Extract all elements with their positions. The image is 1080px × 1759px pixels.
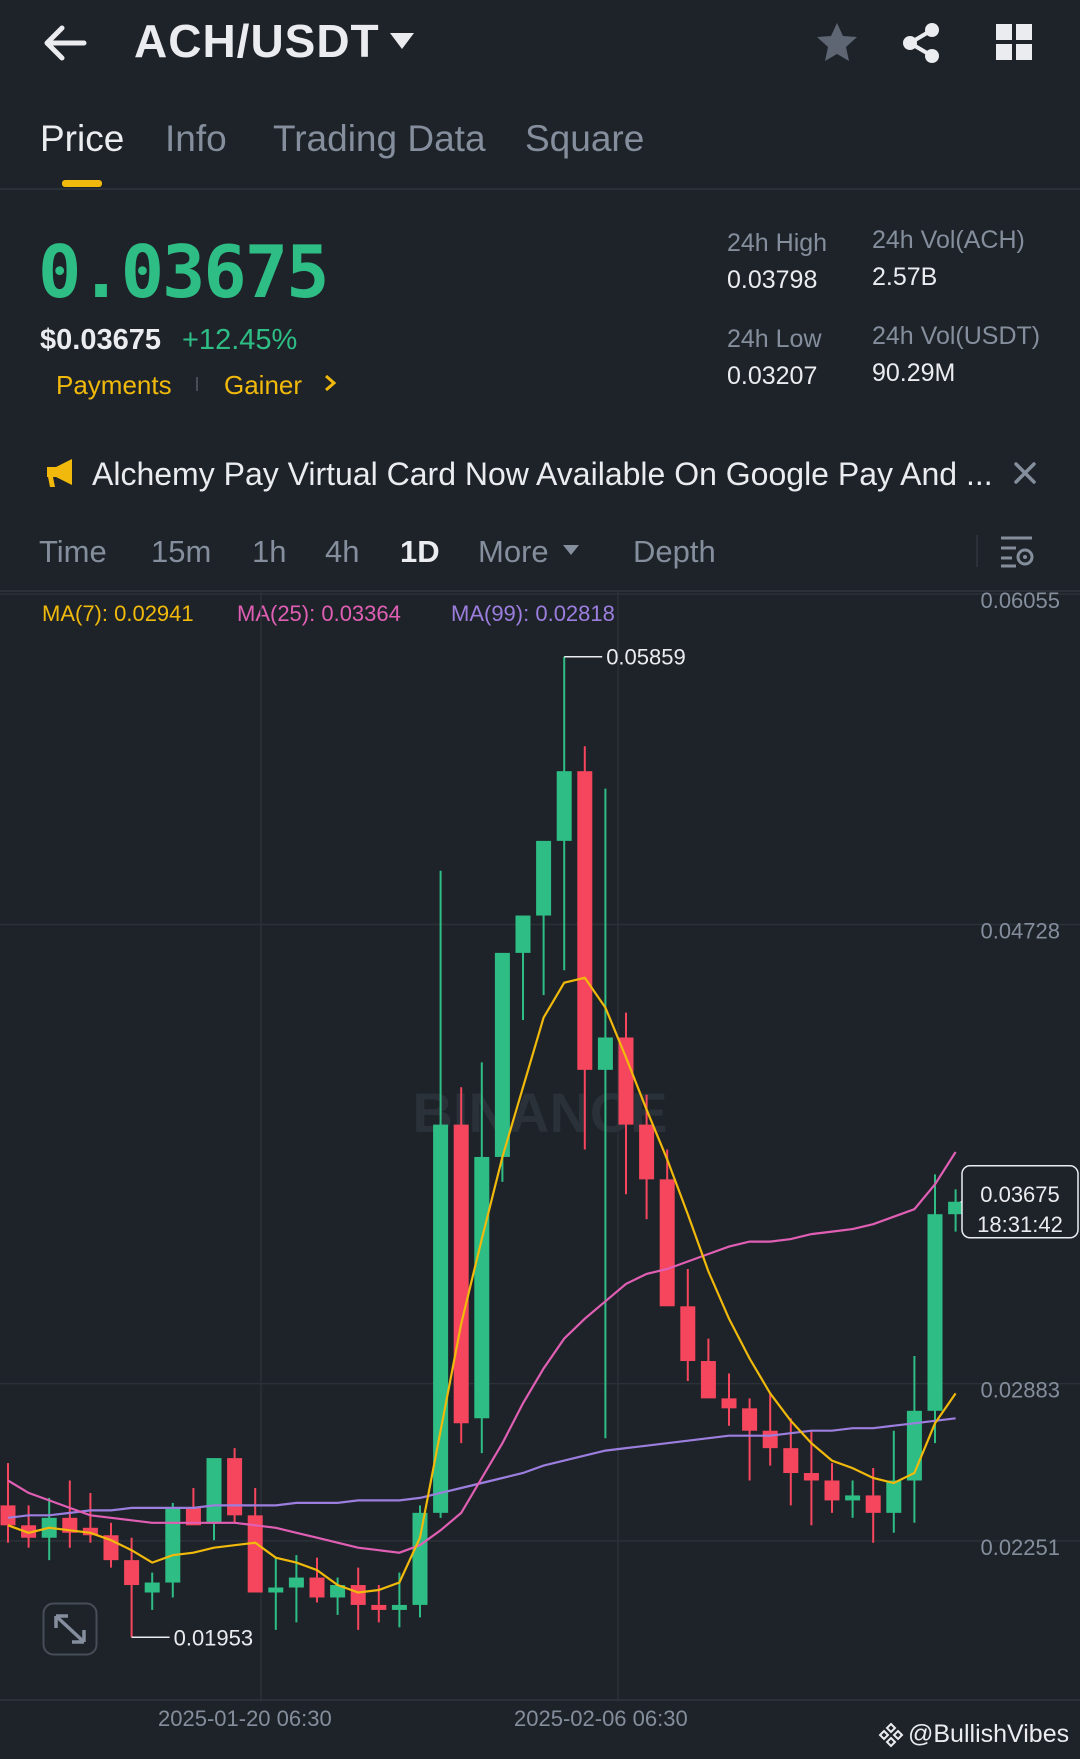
- x-tick-label: 2025-02-06 06:30: [514, 1706, 688, 1731]
- interval-more[interactable]: More: [478, 534, 549, 570]
- y-tick-label: 0.02251: [980, 1535, 1060, 1560]
- candle-body: [515, 915, 531, 953]
- candle-body: [227, 1458, 243, 1516]
- chart-settings-icon[interactable]: [998, 532, 1036, 570]
- interval-time[interactable]: Time: [39, 534, 107, 570]
- candle-body: [721, 1398, 737, 1409]
- candlestick-chart[interactable]: BINANCE 0.060550.047280.028830.02251 0.0…: [0, 592, 1080, 1702]
- stat-low-label: 24h Low: [727, 325, 822, 353]
- candle-body: [845, 1495, 861, 1501]
- candle-body: [0, 1505, 16, 1526]
- candle-body: [803, 1473, 819, 1481]
- x-tick-label: 2025-01-20 06:30: [158, 1706, 332, 1731]
- interval-depth[interactable]: Depth: [633, 534, 716, 570]
- candle-body: [371, 1604, 387, 1610]
- caret-down-icon[interactable]: [388, 30, 416, 52]
- candle-body: [824, 1480, 840, 1501]
- candle-body: [412, 1512, 428, 1605]
- low-marker-label: 0.01953: [174, 1625, 254, 1650]
- candle-body: [391, 1604, 407, 1610]
- candle-body: [659, 1179, 675, 1307]
- interval-4h[interactable]: 4h: [325, 534, 359, 570]
- candle-body: [494, 952, 510, 1157]
- y-axis: 0.06055 0.04728 0.02883 0.02251: [980, 592, 1060, 1560]
- tag-separator: [196, 377, 198, 391]
- tab-divider: [0, 188, 1080, 190]
- candle-body: [165, 1507, 181, 1583]
- candle-body: [680, 1306, 696, 1362]
- tab-info[interactable]: Info: [165, 118, 227, 160]
- price-change: +12.45%: [182, 324, 298, 356]
- stat-high-value: 0.03798: [727, 266, 818, 294]
- candle-body: [577, 771, 593, 1070]
- candle-body: [453, 1124, 469, 1424]
- caret-down-icon[interactable]: [562, 543, 580, 557]
- candle-body: [762, 1430, 778, 1449]
- candle-body: [474, 1156, 490, 1419]
- stat-vol-usdt-label: 24h Vol(USDT): [872, 322, 1041, 350]
- interval-1h[interactable]: 1h: [252, 534, 286, 570]
- candle-body: [618, 1037, 634, 1125]
- tag-gainer[interactable]: Gainer: [224, 370, 302, 401]
- tab-trading-data[interactable]: Trading Data: [273, 118, 486, 160]
- stat-vol-ach-value: 2.57B: [872, 263, 938, 291]
- candle-body: [906, 1410, 922, 1481]
- share-icon[interactable]: [898, 20, 944, 66]
- candle-body: [597, 1037, 613, 1070]
- stat-vol-usdt-value: 90.29M: [872, 359, 956, 387]
- candle-body: [865, 1495, 881, 1513]
- usd-price: $0.03675: [40, 324, 161, 356]
- candle-body: [927, 1214, 943, 1411]
- candle-body: [124, 1560, 140, 1586]
- candle-body: [206, 1458, 222, 1523]
- close-icon[interactable]: [1010, 458, 1040, 488]
- candle-body: [783, 1448, 799, 1474]
- candle-body: [886, 1480, 902, 1513]
- candle-body: [639, 1124, 655, 1180]
- interval-15m[interactable]: 15m: [151, 534, 211, 570]
- stat-low-value: 0.03207: [727, 362, 818, 390]
- candle-body: [742, 1408, 758, 1431]
- y-tick-label: 0.06055: [980, 592, 1060, 613]
- pair-title[interactable]: ACH/USDT: [134, 14, 380, 68]
- grid-icon[interactable]: [994, 22, 1034, 62]
- top-bar: ACH/USDT: [0, 0, 1080, 90]
- stat-vol-ach-label: 24h Vol(ACH): [872, 226, 1025, 254]
- y-tick-label: 0.02883: [980, 1378, 1060, 1403]
- tag-payments[interactable]: Payments: [56, 370, 172, 401]
- countdown-label: 18:31:42: [977, 1212, 1063, 1237]
- candle-body: [700, 1361, 716, 1399]
- candle-body: [556, 771, 572, 841]
- megaphone-icon: [47, 459, 72, 487]
- active-tab-indicator: [62, 180, 102, 187]
- y-tick-label: 0.04728: [980, 918, 1060, 943]
- candles: [0, 656, 964, 1638]
- interval-separator: [976, 535, 978, 567]
- binance-logo-icon: [878, 1722, 904, 1748]
- chevron-right-icon[interactable]: [322, 373, 338, 393]
- candle-body: [536, 840, 552, 916]
- high-marker-label: 0.05859: [606, 645, 686, 670]
- arrow-left-icon[interactable]: [40, 18, 90, 68]
- current-price-label: 0.03675: [980, 1182, 1060, 1207]
- interval-1d[interactable]: 1D: [400, 534, 440, 570]
- chart-grid: [0, 592, 1080, 1702]
- expand-icon[interactable]: [42, 1602, 98, 1656]
- candle-body: [144, 1582, 160, 1593]
- tab-price[interactable]: Price: [40, 118, 124, 160]
- candle-body: [268, 1587, 284, 1593]
- candle-body: [948, 1201, 964, 1215]
- candle-body: [309, 1577, 325, 1598]
- last-price: 0.03675: [38, 230, 329, 314]
- star-icon[interactable]: [814, 20, 860, 66]
- candle-body: [350, 1585, 366, 1605]
- candle-body: [288, 1577, 304, 1588]
- stat-high-label: 24h High: [727, 229, 828, 257]
- news-ticker[interactable]: Alchemy Pay Virtual Card Now Available O…: [92, 456, 992, 493]
- tab-square[interactable]: Square: [525, 118, 644, 160]
- creator-handle: @BullishVibes: [908, 1720, 1070, 1748]
